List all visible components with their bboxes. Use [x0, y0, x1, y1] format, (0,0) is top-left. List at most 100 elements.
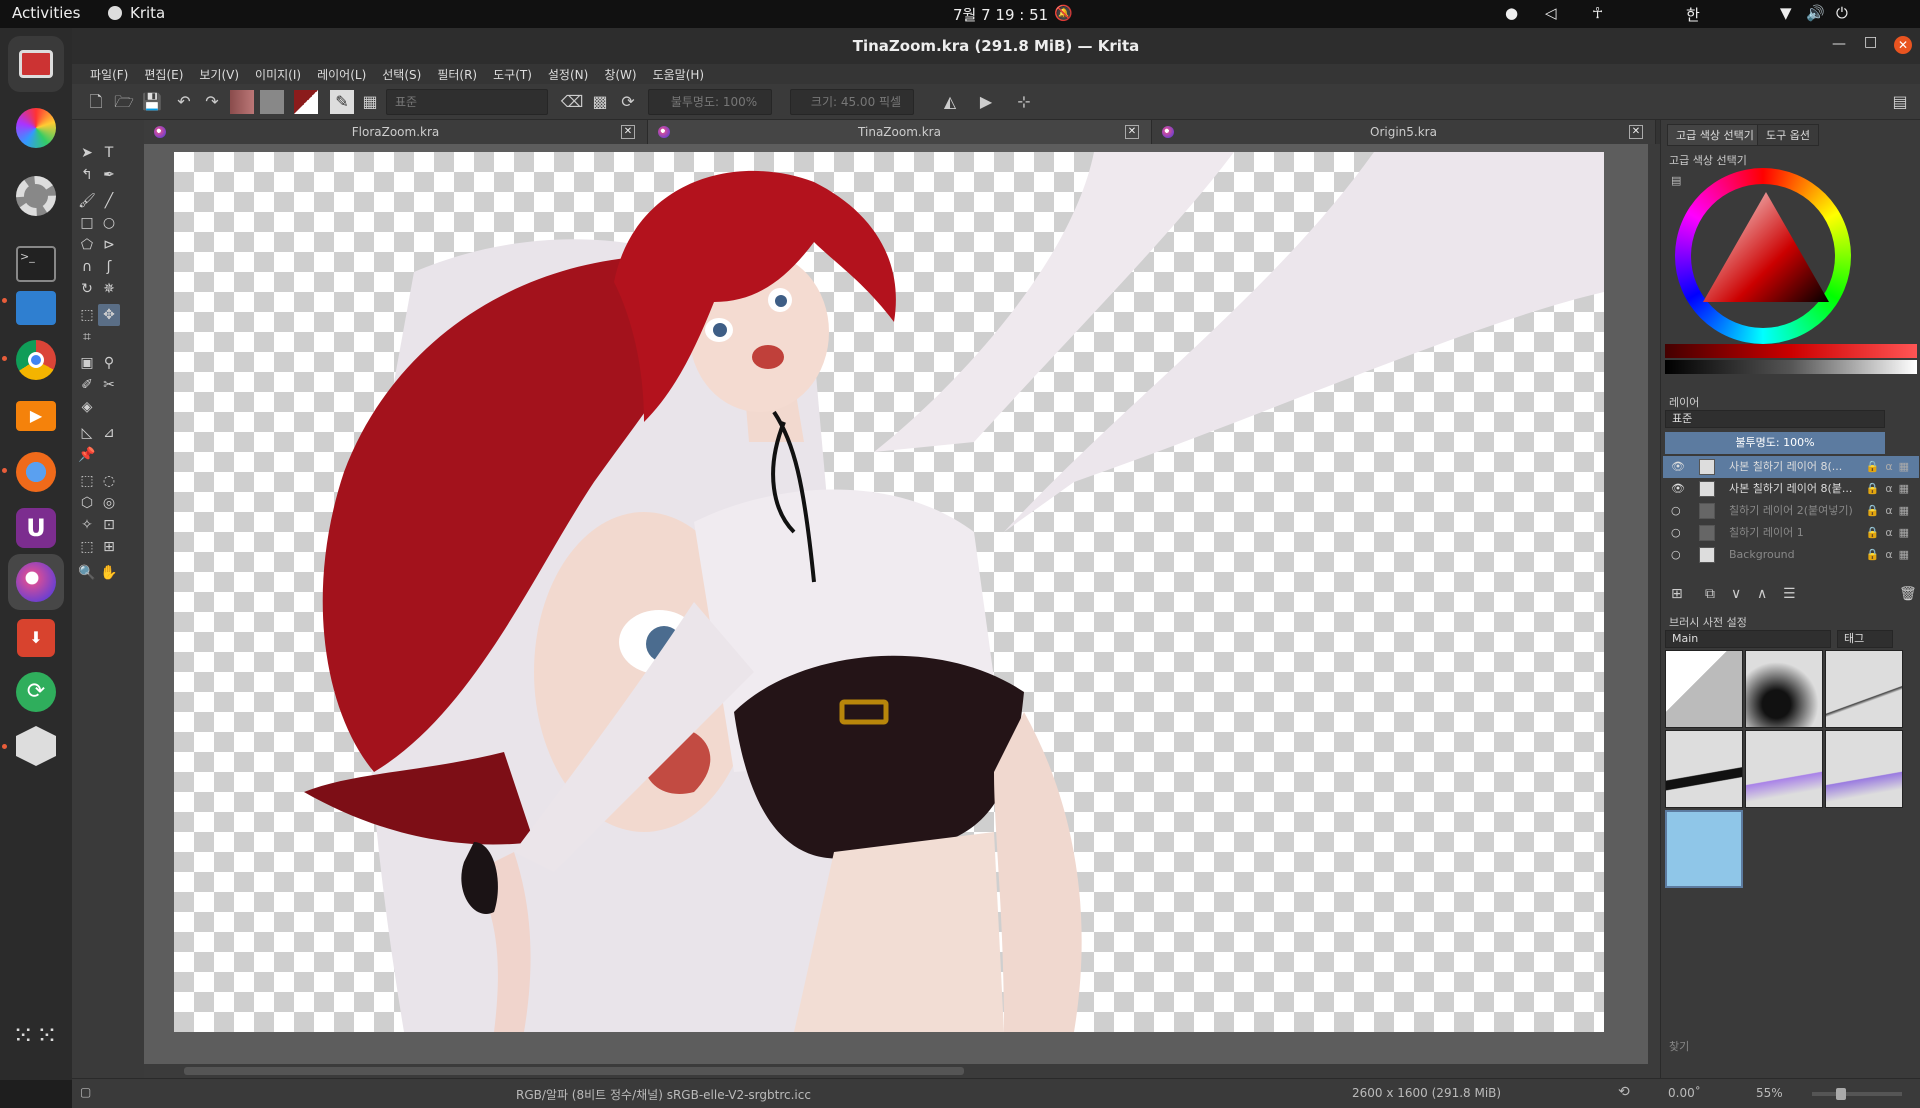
save-icon[interactable]: 💾	[140, 90, 164, 114]
line-tool-icon[interactable]: ╱	[98, 190, 120, 212]
blender-brush-preset[interactable]	[1665, 810, 1743, 888]
input-method-indicator[interactable]: 한	[1686, 4, 1700, 25]
canvas[interactable]	[174, 152, 1604, 1032]
settings-launcher-icon[interactable]	[8, 168, 64, 224]
gradient-tool-icon[interactable]: ▣	[76, 352, 98, 374]
similar-select-icon[interactable]: ⊡	[98, 514, 120, 536]
layer-opacity-slider[interactable]: 불투명도: 100%	[1665, 432, 1885, 454]
menu-window[interactable]: 창(W)	[596, 64, 644, 84]
watercolor-preset[interactable]	[1745, 730, 1823, 808]
eye-icon[interactable]: 👁	[1671, 478, 1685, 500]
redo-icon[interactable]: ↷	[200, 90, 224, 114]
bezier-select-icon[interactable]: ⬚	[76, 536, 98, 558]
tab-tool-options[interactable]: 도구 옵션	[1757, 124, 1819, 146]
color-settings-icon[interactable]: ▤	[1671, 174, 1681, 187]
layer-row[interactable]: ○ 칠하기 레이어 1 🔒α▦	[1663, 522, 1919, 544]
rectangle-tool-icon[interactable]: □	[76, 212, 98, 234]
menu-settings[interactable]: 설정(N)	[540, 64, 596, 84]
close-window-icon[interactable]: ✕	[1894, 36, 1912, 54]
layer-row[interactable]: 👁 사본 칠하기 레이어 8(붙... 🔒α▦	[1663, 478, 1919, 500]
layer-properties-icon[interactable]: ☰	[1783, 586, 1796, 602]
layer-lock-icon[interactable]: 🔒α▦	[1866, 478, 1915, 500]
zoom-tool-icon[interactable]: 🔍	[76, 562, 98, 584]
video-downloader-launcher-icon[interactable]: ⬇	[8, 610, 64, 666]
wet-brush-preset[interactable]	[1825, 730, 1903, 808]
layer-lock-icon[interactable]: 🔒α▦	[1866, 522, 1915, 544]
color-picker-icon[interactable]: ⚲	[98, 352, 120, 374]
polyline-tool-icon[interactable]: ⊳	[98, 234, 120, 256]
tab-origin5[interactable]: Origin5.kra ✕	[1152, 120, 1656, 144]
fg-bg-color-icon[interactable]	[294, 90, 318, 114]
crop-tool-icon[interactable]: ⌗	[76, 326, 98, 348]
gradient-swatch[interactable]	[230, 90, 254, 114]
firefox-launcher-icon[interactable]	[8, 444, 64, 500]
blend-mode-select[interactable]: 표준	[386, 89, 548, 115]
polygon-select-icon[interactable]: ⬡	[76, 492, 98, 514]
eye-hidden-icon[interactable]: ○	[1671, 500, 1685, 522]
wrap-around-icon[interactable]: ⊹	[1012, 90, 1036, 114]
horizontal-scroll-thumb[interactable]	[184, 1067, 964, 1075]
multibrush-icon[interactable]: ✵	[98, 278, 120, 300]
brush-preset-icon[interactable]: ✎	[330, 90, 354, 114]
magic-wand-icon[interactable]: ✧	[76, 514, 98, 536]
wifi-icon[interactable]: ▼	[1780, 4, 1792, 22]
image-viewer-launcher-icon[interactable]	[8, 36, 64, 92]
unity-launcher-icon[interactable]	[8, 718, 64, 774]
maximize-icon[interactable]: □	[1864, 34, 1877, 50]
brush-tag-select[interactable]: Main	[1665, 630, 1831, 648]
chrome-launcher-icon[interactable]	[8, 332, 64, 388]
layer-blend-select[interactable]: 표준	[1665, 410, 1885, 428]
layer-lock-icon[interactable]: 🔒α▦	[1866, 500, 1915, 522]
eye-icon[interactable]: 👁	[1671, 456, 1685, 478]
horizontal-scrollbar[interactable]	[144, 1064, 1720, 1078]
unity-hub-launcher-icon[interactable]: U	[8, 500, 64, 556]
krita-launcher-icon[interactable]	[8, 554, 64, 610]
shade-slider[interactable]	[1665, 344, 1917, 358]
menu-edit[interactable]: 편집(E)	[136, 64, 191, 84]
assistant-tool-icon[interactable]: ◺	[76, 422, 98, 444]
new-document-icon[interactable]: 🗋	[84, 90, 108, 114]
menu-filter[interactable]: 필터(R)	[429, 64, 485, 84]
mirror-horizontal-icon[interactable]: ◭	[938, 90, 962, 114]
volume-icon[interactable]: 🔊	[1806, 4, 1825, 22]
select-shapes-icon[interactable]: ➤	[76, 142, 98, 164]
video-player-launcher-icon[interactable]: ▶	[8, 388, 64, 444]
duplicate-layer-icon[interactable]: ⧉	[1705, 586, 1715, 602]
freehand-select-icon[interactable]: ◎	[98, 492, 120, 514]
docker-menu-icon[interactable]: ▤	[1888, 90, 1912, 114]
measure-tool-icon[interactable]: ⊿	[98, 422, 120, 444]
menu-view[interactable]: 보기(V)	[191, 64, 247, 84]
pattern-swatch[interactable]	[260, 90, 284, 114]
app-menu[interactable]: Krita	[108, 4, 165, 22]
calligraphy-icon[interactable]: ✒	[98, 164, 120, 186]
share-icon[interactable]: ◁	[1545, 4, 1557, 22]
eye-hidden-icon[interactable]: ○	[1671, 522, 1685, 544]
tab-tinazoom[interactable]: TinaZoom.kra ✕	[648, 120, 1152, 144]
menu-image[interactable]: 이미지(I)	[247, 64, 309, 84]
color-app-launcher-icon[interactable]	[8, 100, 64, 156]
value-slider[interactable]	[1665, 360, 1917, 374]
reference-tool-icon[interactable]: 📌	[76, 444, 98, 466]
magnetic-select-icon[interactable]: ⊞	[98, 536, 120, 558]
menu-select[interactable]: 선택(S)	[374, 64, 429, 84]
zoom-slider-handle[interactable]	[1836, 1088, 1846, 1100]
size-slider[interactable]: 크기: 45.00 픽셀	[790, 89, 914, 115]
sync-launcher-icon[interactable]: ⟳	[8, 664, 64, 720]
brush-search-field[interactable]: 찾기	[1665, 1038, 1893, 1056]
menu-tools[interactable]: 도구(T)	[485, 64, 540, 84]
layer-lock-icon[interactable]: 🔒α▦	[1866, 544, 1915, 566]
open-folder-icon[interactable]: 🗁	[112, 90, 136, 114]
rect-select-icon[interactable]: ⬚	[76, 470, 98, 492]
layer-lock-icon[interactable]: 🔒α▦	[1866, 456, 1915, 478]
color-indicator-icon[interactable]: ●	[1505, 4, 1518, 22]
reload-preset-icon[interactable]: ⟳	[616, 90, 640, 114]
undo-icon[interactable]: ↶	[172, 90, 196, 114]
clock[interactable]: 7월 7 19 : 51	[953, 4, 1048, 25]
edit-shapes-icon[interactable]: ↰	[76, 164, 98, 186]
accessibility-icon[interactable]: ☥	[1592, 4, 1603, 22]
text-tool-icon[interactable]: T	[98, 142, 120, 164]
eye-hidden-icon[interactable]: ○	[1671, 544, 1685, 566]
layer-row[interactable]: ○ Background 🔒α▦	[1663, 544, 1919, 566]
bezier-tool-icon[interactable]: ∩	[76, 256, 98, 278]
alpha-lock-icon[interactable]: ▩	[588, 90, 612, 114]
